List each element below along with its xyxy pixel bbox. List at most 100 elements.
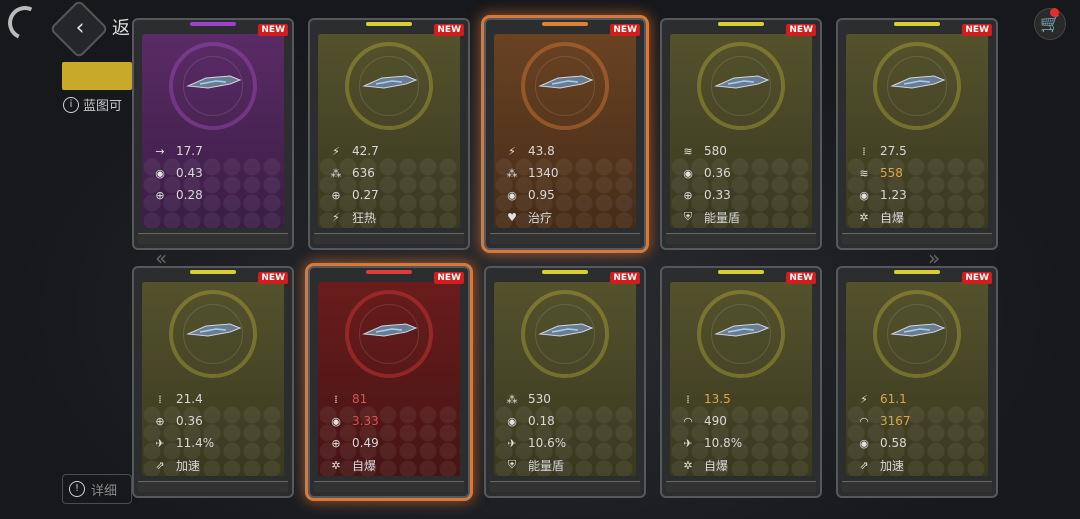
card-base [138,233,288,244]
card-panel: ⚡ 43.8 ⁂ 1340 ◉ 0.95 ♥ 治疗 [494,34,636,228]
stat-row: ⊕ 0.28 [152,184,278,206]
stat-row: ⛨ 能量盾 [504,454,630,476]
fire-rate-icon: ◉ [507,414,517,428]
stat-value: 81 [352,392,368,406]
accuracy-icon: ⊕ [155,414,165,428]
stat-row: ⊕ 0.27 [328,184,454,206]
shield-icon: ⛨ [683,210,693,223]
stat-row: ⚡ 43.8 [504,140,630,162]
stat-value: 0.33 [704,188,731,202]
cluster-icon: ⁂ [506,392,518,406]
accuracy-icon: ⊕ [331,436,341,450]
info-icon: i [63,96,79,113]
blueprint-card[interactable]: ⚡ 61.1 ◠ 3167 ◉ 0.58 ⇗ 加速 NEW [836,266,998,498]
stat-value: 17.7 [176,144,203,158]
stat-row: ✈ 10.8% [680,432,806,454]
new-badge: NEW [962,24,992,36]
stat-value: 0.49 [352,436,379,450]
stat-row: ◉ 0.43 [152,162,278,184]
rarity-bar [366,270,412,274]
stat-row: ⁂ 530 [504,388,630,410]
new-badge: NEW [786,24,816,36]
back-arrow-icon: ‹ [75,15,85,41]
stat-value: 27.5 [880,144,907,158]
new-badge: NEW [962,272,992,284]
stat-row: ⁂ 636 [328,162,454,184]
heal-icon: ♥ [507,210,517,224]
blueprint-card[interactable]: → 17.7 ◉ 0.43 ⊕ 0.28 NEW [132,18,294,250]
stat-value: 能量盾 [528,458,565,473]
stat-value: 558 [880,166,903,180]
stat-row: ⚡ 61.1 [856,388,982,410]
blueprint-card[interactable]: ⁂ 530 ◉ 0.18 ✈ 10.6% ⛨ 能量盾 NEW [484,266,646,498]
fire-rate-icon: ◉ [683,166,693,180]
damage-icon: ⚡ [860,392,868,406]
stat-value: 1340 [528,166,559,180]
stat-list: ⚡ 42.7 ⁂ 636 ⊕ 0.27 ⚡ 狂热 [328,140,454,228]
stat-list: ⚡ 43.8 ⁂ 1340 ◉ 0.95 ♥ 治疗 [504,140,630,228]
stat-row: ⛨ 能量盾 [680,206,806,228]
fire-rate-icon: ◉ [155,166,165,180]
stat-value: 加速 [176,458,201,473]
new-badge: NEW [786,272,816,284]
ship-icon [362,75,418,89]
shield-icon: ⛨ [507,458,517,471]
stat-row: ✲ 自爆 [856,206,982,228]
blueprint-card[interactable]: ⚡ 43.8 ⁂ 1340 ◉ 0.95 ♥ 治疗 NEW [484,18,646,250]
stat-row: ⊕ 0.36 [152,410,278,432]
stat-row: ✲ 自爆 [328,454,454,476]
stat-value: 1.23 [880,188,907,202]
missile-icon: ✈ [155,436,165,450]
stat-row: → 17.7 [152,140,278,162]
blueprint-card[interactable]: ⁞ 21.4 ⊕ 0.36 ✈ 11.4% ⇗ 加速 NEW [132,266,294,498]
boost-icon: ⇗ [155,458,165,472]
card-panel: ⁞ 27.5 ≋ 558 ◉ 1.23 ✲ 自爆 [846,34,988,228]
fire-rate-icon: ◉ [859,188,869,202]
stat-row: ◠ 490 [680,410,806,432]
rarity-bar [190,22,236,26]
blueprint-card[interactable]: ⚡ 42.7 ⁂ 636 ⊕ 0.27 ⚡ 狂热 NEW [308,18,470,250]
info-line: i 蓝图可 [63,95,122,114]
card-base [138,481,288,492]
stat-row: ⁞ 21.4 [152,388,278,410]
card-panel: ⁞ 13.5 ◠ 490 ✈ 10.8% ✲ 自爆 [670,282,812,476]
stat-value: 43.8 [528,144,555,158]
info-text: 蓝图可 [83,99,123,114]
boost-icon: ⇗ [859,458,869,472]
stat-value: 自爆 [352,458,377,473]
stat-value: 13.5 [704,392,731,406]
stat-row: ✈ 10.6% [504,432,630,454]
stat-value: 治疗 [528,210,553,225]
ship-icon [538,323,594,337]
blueprint-card[interactable]: ≋ 580 ◉ 0.36 ⊕ 0.33 ⛨ 能量盾 NEW [660,18,822,250]
ship-icon [538,75,594,89]
rarity-bar [718,270,764,274]
stat-row: ♥ 治疗 [504,206,630,228]
tab-highlight[interactable] [62,62,132,90]
cluster-icon: ⁂ [330,166,342,180]
blueprint-card[interactable]: ⁞ 13.5 ◠ 490 ✈ 10.8% ✲ 自爆 NEW [660,266,822,498]
stat-row: ◉ 1.23 [856,184,982,206]
blueprint-card[interactable]: ⁞ 81 ◉ 3.33 ⊕ 0.49 ✲ 自爆 NEW [308,266,470,498]
missile-icon: ✈ [507,436,517,450]
stat-list: ≋ 580 ◉ 0.36 ⊕ 0.33 ⛨ 能量盾 [680,140,806,228]
card-panel: ≋ 580 ◉ 0.36 ⊕ 0.33 ⛨ 能量盾 [670,34,812,228]
ammo-icon: ⁞ [862,144,866,158]
speed-icon: → [155,144,165,158]
notification-dot [1050,8,1059,17]
stat-row: ⚡ 狂热 [328,206,454,228]
stat-row: ◉ 0.18 [504,410,630,432]
blueprint-card[interactable]: ⁞ 27.5 ≋ 558 ◉ 1.23 ✲ 自爆 NEW [836,18,998,250]
stat-row: ◉ 0.95 [504,184,630,206]
details-button[interactable]: ! 详细 [62,474,132,504]
fire-rate-icon: ◉ [859,436,869,450]
stat-list: ⚡ 61.1 ◠ 3167 ◉ 0.58 ⇗ 加速 [856,388,982,476]
stat-row: ⁞ 81 [328,388,454,410]
details-label: 详细 [91,483,118,499]
card-base [842,481,992,492]
rarity-bar [894,270,940,274]
info-icon: ! [69,481,85,497]
ship-icon [890,75,946,89]
new-badge: NEW [434,272,464,284]
damage-icon: ⚡ [332,144,340,158]
